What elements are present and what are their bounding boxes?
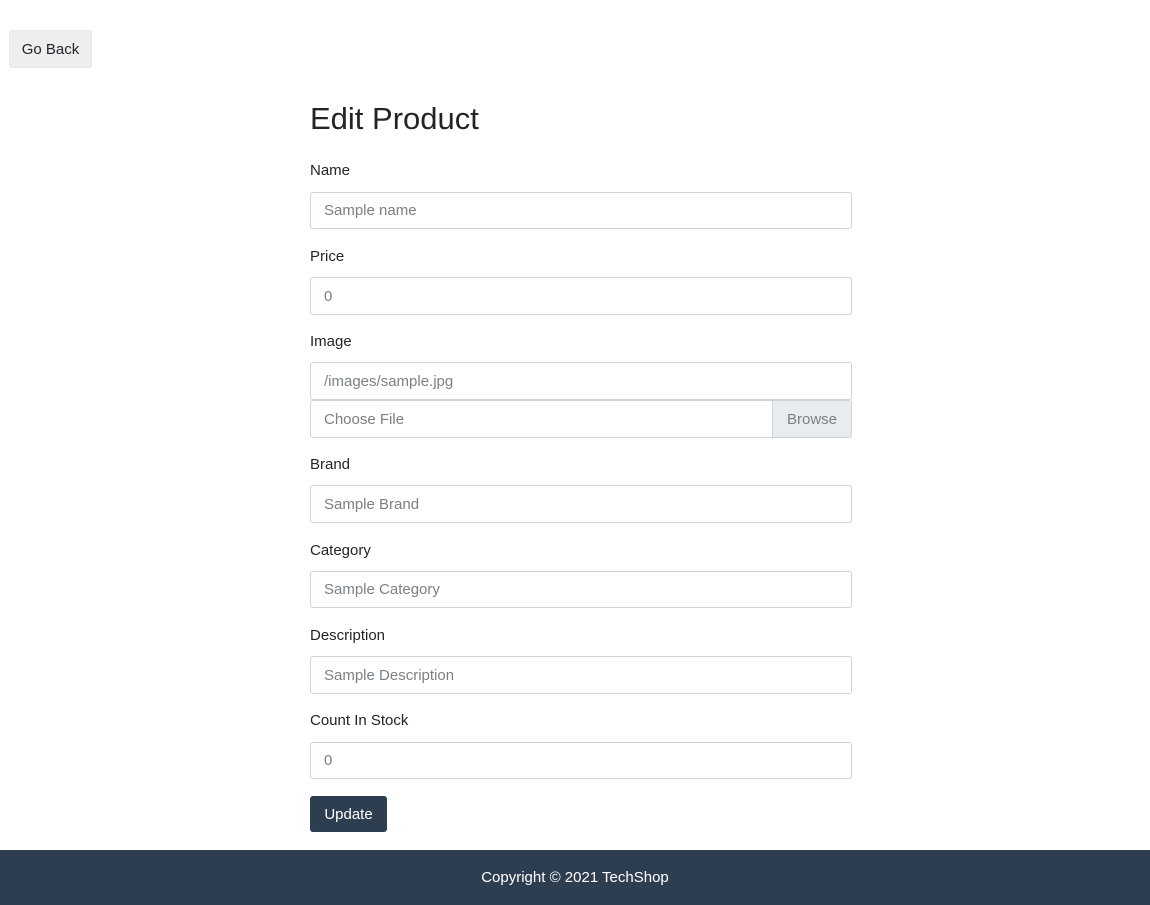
price-input[interactable]: [310, 277, 852, 315]
description-input[interactable]: [310, 656, 852, 694]
price-label: Price: [310, 248, 345, 265]
go-back-button[interactable]: Go Back: [9, 30, 92, 68]
brand-input[interactable]: [310, 485, 852, 523]
name-label: Name: [310, 162, 351, 179]
copyright-text: Copyright © 2021 TechShop: [481, 869, 669, 886]
name-input[interactable]: [310, 192, 852, 229]
category-label: Category: [310, 542, 371, 559]
update-button[interactable]: Update: [310, 796, 387, 832]
browse-button[interactable]: Browse: [772, 401, 851, 437]
page-title: Edit Product: [310, 101, 479, 136]
brand-label: Brand: [310, 456, 351, 473]
description-label: Description: [310, 627, 386, 644]
footer: Copyright © 2021 TechShop: [0, 850, 1150, 905]
file-input-placeholder[interactable]: Choose File: [311, 401, 772, 437]
count-in-stock-input[interactable]: [310, 742, 852, 779]
count-in-stock-label: Count In Stock: [310, 712, 409, 729]
image-label: Image: [310, 333, 352, 350]
image-url-input[interactable]: [310, 362, 852, 400]
image-file-input[interactable]: Choose File Browse: [310, 400, 852, 438]
category-input[interactable]: [310, 571, 852, 608]
